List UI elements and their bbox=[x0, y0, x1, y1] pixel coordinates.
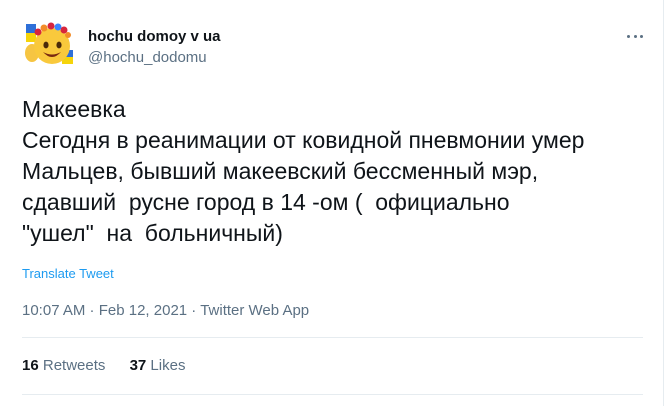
likes-stat[interactable]: 37 Likes bbox=[130, 356, 186, 376]
retweets-count: 16 bbox=[22, 357, 39, 374]
more-dot bbox=[640, 34, 643, 38]
retweets-label: Retweets bbox=[42, 357, 106, 374]
smiley-flag-avatar-icon[interactable] bbox=[22, 20, 78, 68]
author-handle[interactable]: @hochu_dodomu bbox=[88, 48, 221, 68]
tweet-text: Макеевка Сегодня в реанимации от ковидно… bbox=[22, 96, 585, 246]
retweets-stat[interactable]: 16 Retweets bbox=[22, 356, 105, 376]
likes-label: Likes bbox=[150, 357, 186, 374]
author-names: hochu domoy v ua @hochu_dodomu bbox=[88, 28, 221, 68]
translate-tweet-link[interactable]: Translate Tweet bbox=[22, 266, 114, 281]
tweet-meta: 10:07 AM · Feb 12, 2021 · Twitter Web Ap… bbox=[22, 301, 309, 321]
more-dots-icon[interactable] bbox=[627, 26, 643, 46]
likes-count: 37 bbox=[129, 357, 147, 374]
tweet-time[interactable]: 10:07 AM bbox=[22, 302, 85, 319]
meta-separator: · bbox=[187, 302, 201, 319]
meta-separator: · bbox=[85, 302, 99, 319]
tweet-header: hochu domoy v ua @hochu_dodomu bbox=[22, 20, 643, 72]
tweet-stats: 16 Retweets 37 Likes bbox=[22, 356, 205, 376]
divider bbox=[22, 394, 643, 395]
author-display-name[interactable]: hochu domoy v ua bbox=[88, 28, 221, 46]
tweet-source[interactable]: Twitter Web App bbox=[200, 302, 309, 319]
more-dot bbox=[633, 34, 637, 38]
more-dot bbox=[627, 34, 630, 38]
tweet-date[interactable]: Feb 12, 2021 bbox=[99, 302, 187, 319]
divider bbox=[22, 337, 643, 338]
tweet-card: hochu domoy v ua @hochu_dodomu Макеевка … bbox=[0, 0, 664, 406]
